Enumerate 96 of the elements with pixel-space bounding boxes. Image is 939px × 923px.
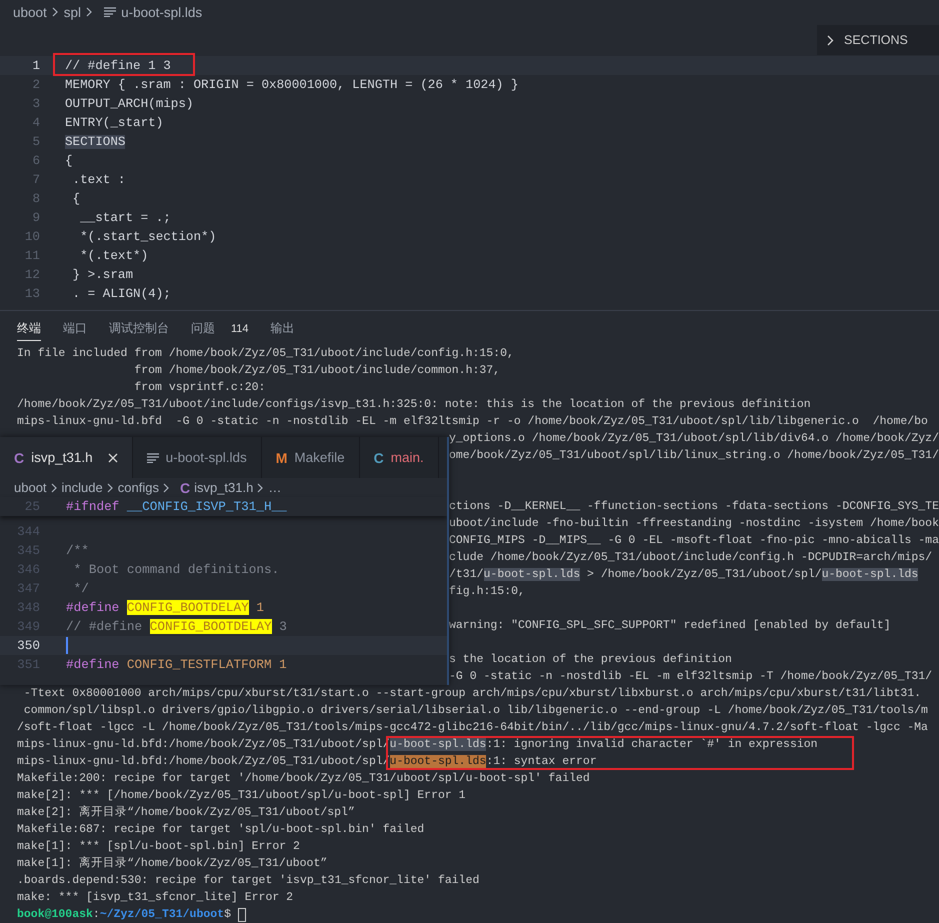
terminal-line: ome/book/Zyz/05_T31/uboot/spl/lib/linux_string.o /home/book/Zyz/05_T31/ bbox=[449, 448, 939, 464]
text-cursor bbox=[66, 637, 68, 654]
terminal-line: /t31/u-boot-spl.lds > /home/book/Zyz/05_T31/uboot/spl/u-boot-spl.lds bbox=[449, 567, 918, 583]
code-line: *(.start_section*) bbox=[79, 230, 216, 244]
terminal-line: book@100ask:~/Zyz/05_T31/uboot$ bbox=[17, 907, 232, 923]
terminal-line: from /home/book/Zyz/05_T31/uboot/include/common.h:37, bbox=[133, 363, 500, 379]
terminal-line: uboot/include -fno-builtin -ffreestanding -nostdinc -isystem /home/book bbox=[449, 516, 939, 532]
panel-tab[interactable]: 端口 bbox=[63, 315, 87, 341]
chevron-icon bbox=[162, 482, 170, 492]
code-line: { bbox=[65, 154, 73, 168]
breadcrumb-item[interactable]: isvp_t31.h bbox=[194, 480, 254, 495]
editor-tab[interactable]: C isvp_t31.h bbox=[0, 437, 133, 478]
editor-tab[interactable]: u-boot-spl.lds bbox=[132, 437, 262, 478]
code-line: // #define 1 3 bbox=[65, 58, 171, 72]
line-number: 6 bbox=[31, 154, 40, 168]
panel-tab[interactable]: 调试控制台 bbox=[109, 315, 169, 341]
terminal-line: /home/book/Zyz/05_T31/uboot/include/configs/isvp_t31.h:325:0: note: this is the location of the previous definition bbox=[17, 397, 811, 413]
terminal-line: In file included from /home/book/Zyz/05_T31/uboot/include/config.h:15:0, bbox=[17, 346, 514, 362]
terminal-line: make[2]: *** [/home/book/Zyz/05_T31/uboot/spl/u-boot-spl] Error 1 bbox=[17, 788, 466, 804]
terminal-line: -G 0 -static -n -nostdlib -EL -m elf32ltsmip -T /home/book/Zyz/05_T31/ bbox=[449, 669, 932, 685]
chevron-icon bbox=[106, 482, 114, 492]
chevron-icon bbox=[827, 34, 834, 46]
panel-tab[interactable]: 输出 bbox=[270, 315, 295, 341]
code-line: } >.sram bbox=[72, 268, 134, 282]
line-number: 1 bbox=[31, 58, 40, 72]
file-lines-icon bbox=[146, 452, 159, 462]
code-line: OUTPUT_ARCH(mips) bbox=[65, 96, 194, 110]
terminal-line: Makefile:200: recipe for target '/home/book/Zyz/05_T31/uboot/spl/u-boot-spl' failed bbox=[17, 771, 590, 787]
breadcrumb-item[interactable]: u-boot-spl.lds bbox=[121, 4, 202, 20]
terminal-line: make[1]: *** [spl/u-boot-spl.bin] Error 2 bbox=[17, 839, 300, 855]
terminal-line: /soft-float -lgcc -L /home/book/Zyz/05_T31/tools/mips-gcc472-glibc216-64bit/bin/../lib/gcc/mips-linux-gnu/4.7.2/soft-float -lgcc -Ma bbox=[17, 720, 928, 736]
breadcrumb-item[interactable]: … bbox=[268, 480, 282, 495]
terminal-line: mips-linux-gnu-ld.bfd -G 0 -static -n -nostdlib -EL -m elf32ltsmip -r -o /home/book/Zyz/05_T31/uboot/spl/lib/libgeneric.o /home/bo bbox=[17, 414, 928, 430]
line-number: 13 bbox=[24, 286, 40, 300]
line-number: 3 bbox=[31, 96, 40, 110]
line-number: 350 bbox=[16, 638, 40, 653]
breadcrumb-item[interactable]: spl bbox=[64, 4, 82, 20]
terminal-cursor bbox=[238, 908, 246, 922]
terminal-line: CONFIG_MIPS -D__MIPS__ -G 0 -EL -msoft-float -fno-pic -mno-abicalls -ma bbox=[449, 533, 939, 549]
code-line: */ bbox=[72, 581, 89, 596]
terminal-line: y_options.o /home/book/Zyz/05_T31/uboot/spl/lib/div64.o /home/book/Zyz/ bbox=[449, 431, 939, 447]
terminal-line: .boards.depend:530: recipe for target 'isvp_t31_sfcnor_lite' failed bbox=[17, 873, 480, 889]
terminal-line: make[2]: 离开目录“/home/book/Zyz/05_T31/uboot/spl” bbox=[17, 804, 355, 821]
chevron-icon bbox=[52, 7, 59, 17]
file-icon: C bbox=[374, 450, 384, 466]
line-number: 5 bbox=[31, 134, 40, 148]
editor-tab[interactable]: M Makefile bbox=[262, 437, 360, 478]
code-line: * Boot command definitions. bbox=[72, 562, 280, 577]
code-line: .text : bbox=[72, 172, 126, 186]
panel-tab[interactable]: 终端 bbox=[17, 315, 41, 341]
close-icon[interactable] bbox=[108, 452, 118, 462]
terminal-line: Makefile:687: recipe for target 'spl/u-boot-spl.bin' failed bbox=[17, 822, 424, 838]
code-line: MEMORY { .sram : ORIGIN = 0x80001000, LENGTH = (26 * 1024) } bbox=[65, 78, 518, 92]
line-number: 4 bbox=[31, 116, 40, 130]
file-icon: C bbox=[180, 480, 190, 496]
file-lines-icon bbox=[104, 7, 116, 17]
code-line: ENTRY(_start) bbox=[65, 116, 164, 130]
terminal-line: warning: "CONFIG_SPL_SFC_SUPPORT" redefined [enabled by default] bbox=[449, 618, 891, 634]
outline-button[interactable]: SECTIONS bbox=[817, 25, 939, 55]
line-number: 2 bbox=[31, 78, 40, 92]
code-line: __start = .; bbox=[79, 210, 171, 224]
terminal-line: ctions -D__KERNEL__ -ffunction-sections -fdata-sections -DCONFIG_SYS_TE bbox=[449, 499, 939, 515]
code-line: #ifndef __CONFIG_ISVP_T31_H__ bbox=[66, 499, 287, 514]
terminal-line: common/spl/libspl.o drivers/gpio/libgpio.o drivers/serial/libserial.o lib/libgeneric.o --end-group -L /home/book/Zyz/05_T31/tools/m bbox=[22, 703, 928, 719]
code-line: *(.text*) bbox=[79, 248, 148, 262]
chevron-icon bbox=[257, 482, 264, 492]
chevron-icon bbox=[50, 482, 58, 492]
terminal-line: make: *** [isvp_t31_sfcnor_lite] Error 2 bbox=[17, 890, 294, 906]
terminal-line: s the location of the previous definition bbox=[449, 652, 732, 668]
terminal-line: -Ttext 0x80001000 arch/mips/cpu/xburst/t31/start.o --start-group arch/mips/cpu/xburst/libxburst.o arch/mips/cpu/xburst/t31/libt31. bbox=[22, 686, 922, 702]
line-number: 11 bbox=[24, 248, 40, 262]
breadcrumb-item[interactable]: include bbox=[62, 480, 103, 495]
line-number: 7 bbox=[31, 172, 40, 186]
file-icon: C bbox=[14, 450, 24, 466]
editor-tab[interactable]: C main. bbox=[360, 437, 439, 478]
line-number: 10 bbox=[24, 230, 40, 244]
line-number: 8 bbox=[31, 192, 40, 206]
terminal-line: clude /home/book/Zyz/05_T31/uboot/include/config.h -DCPUDIR=arch/mips/ bbox=[449, 550, 932, 566]
code-line: // #define CONFIG_BOOTDELAY 3 bbox=[66, 619, 287, 634]
count-label: 114 bbox=[231, 322, 249, 334]
line-number: 9 bbox=[31, 210, 40, 224]
code-line: { bbox=[72, 192, 80, 206]
terminal-line: from vsprintf.c:20: bbox=[133, 380, 266, 396]
code-line: #define CONFIG_TESTFLATFORM 1 bbox=[66, 657, 287, 672]
code-line: /** bbox=[66, 543, 89, 558]
breadcrumb-item[interactable]: uboot bbox=[14, 480, 47, 495]
file-icon: M bbox=[276, 450, 288, 466]
code-line: #define CONFIG_BOOTDELAY 1 bbox=[66, 600, 264, 615]
breadcrumb-item[interactable]: uboot bbox=[13, 4, 47, 20]
code-line: . = ALIGN(4); bbox=[72, 286, 171, 300]
line-number: 12 bbox=[24, 268, 40, 282]
breadcrumb-item[interactable]: configs bbox=[118, 480, 159, 495]
terminal-line: fig.h:15:0, bbox=[449, 584, 525, 600]
panel-tab[interactable]: 问题 114 bbox=[191, 315, 249, 341]
terminal-line: make[1]: 离开目录“/home/book/Zyz/05_T31/uboot” bbox=[17, 855, 328, 872]
chevron-icon bbox=[86, 7, 94, 17]
